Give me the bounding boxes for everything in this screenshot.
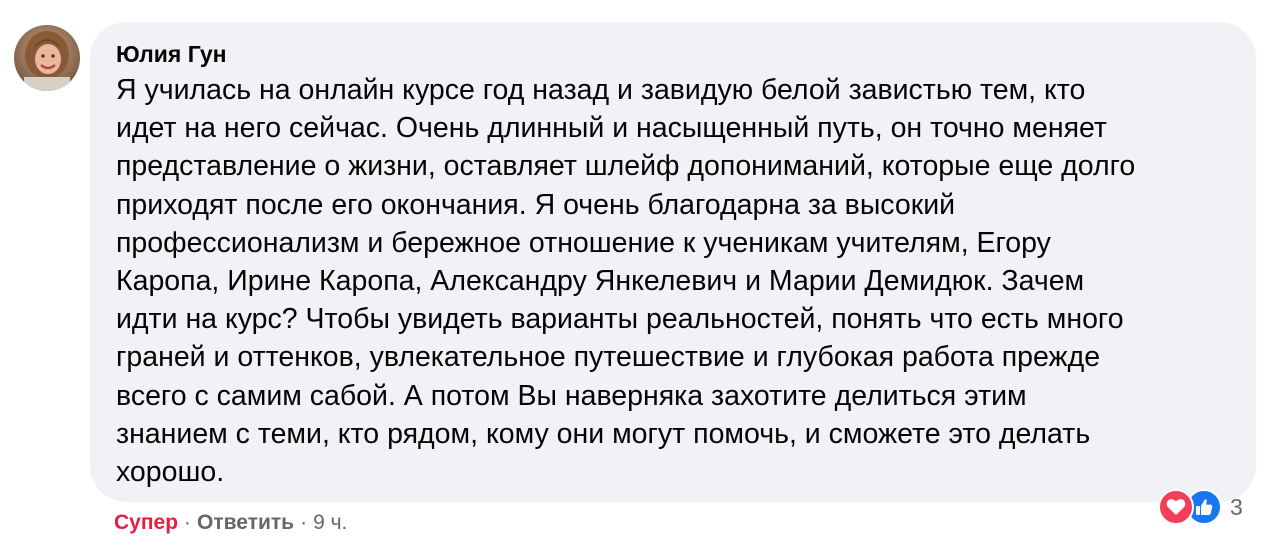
reactions-summary[interactable]: 3: [1158, 487, 1243, 527]
separator: ·: [300, 511, 308, 534]
separator: ·: [184, 511, 192, 534]
reaction-button[interactable]: Супер: [114, 509, 178, 537]
comment-actions: Супер · Ответить · 9 ч.: [114, 509, 347, 537]
avatar[interactable]: [14, 25, 80, 91]
comment-timestamp[interactable]: 9 ч.: [313, 509, 347, 537]
love-icon: [1158, 489, 1194, 525]
comment-author[interactable]: Юлия Гун: [116, 40, 1230, 68]
reaction-count: 3: [1230, 493, 1243, 520]
reply-button[interactable]: Ответить: [197, 509, 294, 537]
comment-text: Я училась на онлайн курсе год назад и за…: [116, 74, 1136, 489]
comment-bubble: Юлия Гун Я училась на онлайн курсе год н…: [90, 22, 1256, 502]
